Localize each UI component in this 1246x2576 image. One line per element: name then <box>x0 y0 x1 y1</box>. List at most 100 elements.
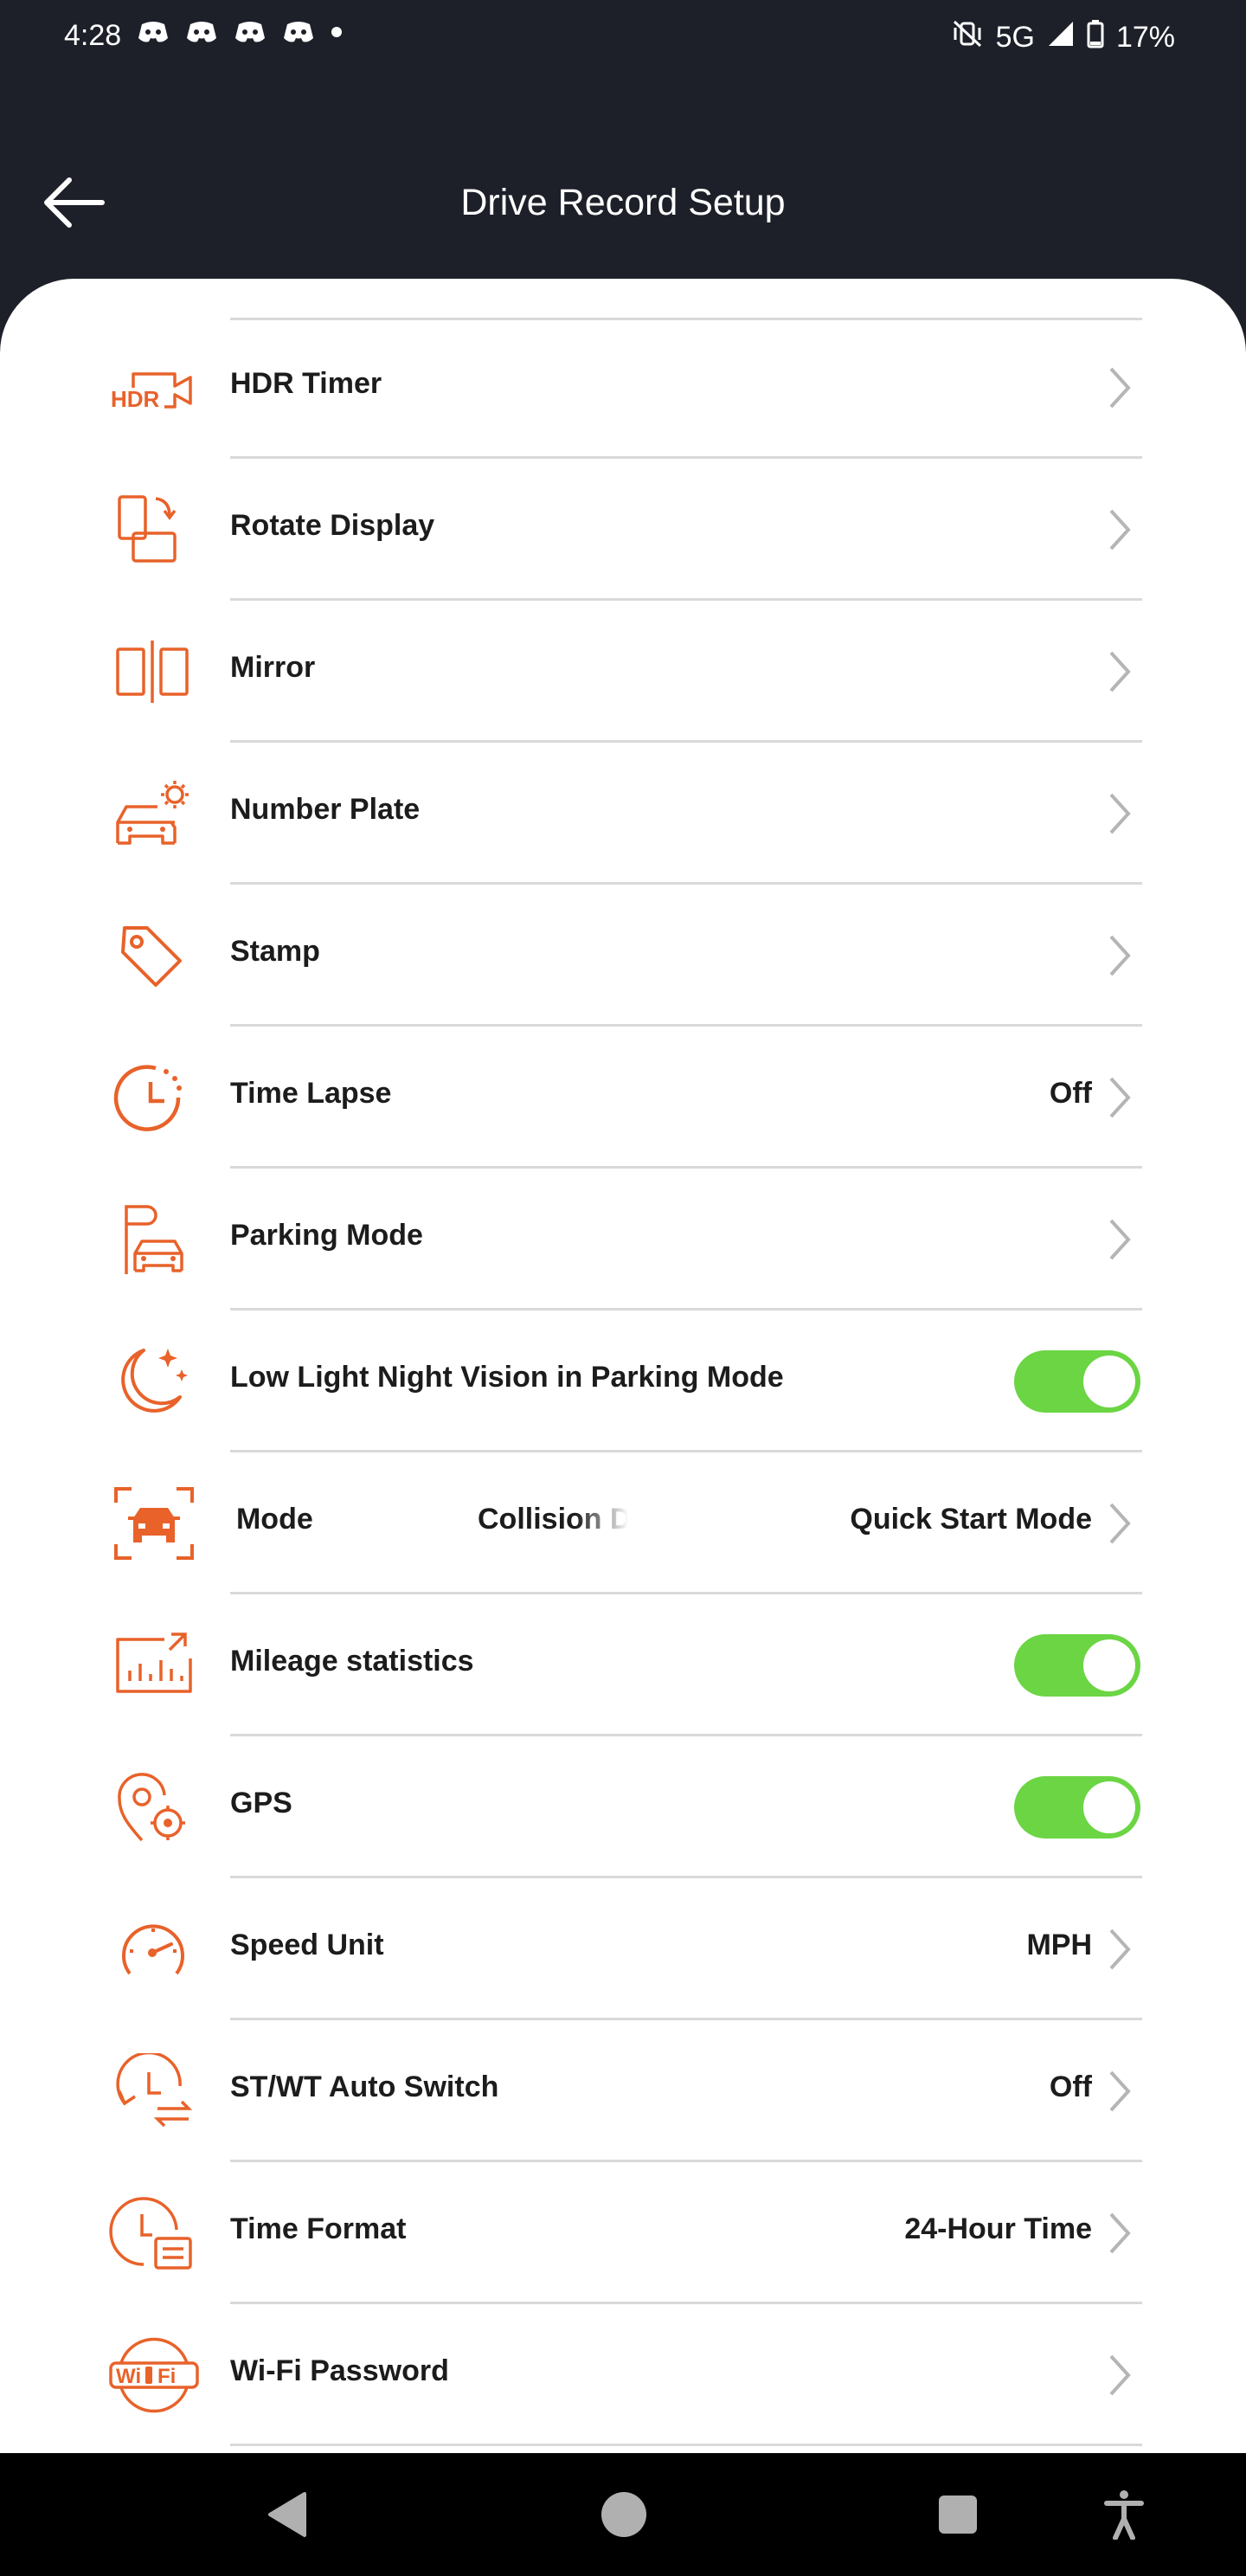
app-bar: Drive Record Setup <box>0 147 1246 260</box>
svg-text:Fi: Fi <box>157 2365 176 2388</box>
back-triangle-icon <box>268 2492 306 2537</box>
status-time: 4:28 <box>64 19 122 52</box>
moon-stars-icon <box>121 1349 188 1413</box>
setting-st-wt-auto-switch[interactable]: ST/WT Auto Switch Off <box>0 2020 1246 2162</box>
toggle-knob <box>1083 1639 1135 1691</box>
clock-list-icon <box>109 2197 192 2270</box>
setting-value: 24-Hour Time <box>904 2212 1092 2245</box>
setting-number-plate[interactable]: Number Plate <box>0 743 1246 885</box>
setting-value: Off <box>1049 1077 1092 1110</box>
clock-switch-icon <box>116 2053 193 2128</box>
chart-icon <box>116 1633 192 1693</box>
chevron-right-icon <box>1109 1929 1131 1970</box>
setting-time-format[interactable]: Time Format 24-Hour Time <box>0 2162 1246 2304</box>
battery-icon <box>1087 19 1104 56</box>
setting-label: Mirror <box>230 651 316 684</box>
chevron-right-icon <box>1109 509 1131 551</box>
discord-icon <box>137 19 170 45</box>
mileage-statistics-toggle[interactable] <box>1014 1634 1140 1697</box>
notification-icons <box>137 19 343 45</box>
setting-stamp[interactable]: Stamp <box>0 885 1246 1027</box>
signal-icon <box>1047 20 1075 55</box>
toggle-knob <box>1083 1356 1135 1407</box>
setting-label: Time Lapse <box>230 1077 392 1110</box>
chevron-right-icon <box>1109 1219 1131 1260</box>
setting-label: GPS <box>230 1787 292 1819</box>
setting-recording-mode[interactable]: ng Mode Collision D Quick Start Mode <box>0 1452 1246 1594</box>
chevron-right-icon <box>1109 367 1131 409</box>
chevron-right-icon <box>1109 2212 1131 2254</box>
setting-gps: GPS <box>0 1736 1246 1878</box>
setting-time-lapse[interactable]: Time Lapse Off <box>0 1027 1246 1169</box>
setting-value: Quick Start Mode <box>850 1503 1092 1536</box>
setting-mileage-statistics: Mileage statistics <box>0 1594 1246 1736</box>
setting-label: ST/WT Auto Switch <box>230 2070 499 2103</box>
time-lapse-icon <box>113 1065 182 1131</box>
setting-label: Speed Unit <box>230 1929 384 1961</box>
setting-hdr-timer[interactable]: HDR HDR Timer <box>0 317 1246 459</box>
svg-text:HDR: HDR <box>111 386 160 412</box>
divider <box>230 2444 1142 2446</box>
home-circle-icon <box>601 2492 646 2537</box>
mode-marquee: ng Mode Collision D <box>230 1503 628 1546</box>
discord-icon <box>185 19 218 45</box>
rotate-display-icon <box>118 495 177 563</box>
setting-label: Mileage statistics <box>230 1645 474 1678</box>
discord-icon <box>282 19 315 45</box>
status-bar: 4:28 5G 17% <box>0 0 1246 73</box>
settings-list: HDR HDR Timer Rotate Display Mirror Numb… <box>0 317 1246 2446</box>
chevron-right-icon <box>1109 1077 1131 1118</box>
gps-toggle[interactable] <box>1014 1776 1140 1839</box>
svg-text:Wi: Wi <box>116 2365 141 2388</box>
system-status: 5G 17% <box>951 19 1175 56</box>
nav-home-button[interactable] <box>594 2484 654 2545</box>
wifi-badge-icon: Wi Fi <box>109 2337 199 2413</box>
setting-label: Rotate Display <box>230 509 435 542</box>
setting-mirror[interactable]: Mirror <box>0 601 1246 743</box>
nav-back-button[interactable] <box>256 2484 317 2545</box>
chevron-right-icon <box>1109 935 1131 976</box>
mute-vibrate-icon <box>951 19 984 56</box>
chevron-right-icon <box>1109 2070 1131 2112</box>
tag-icon <box>121 926 182 987</box>
setting-speed-unit[interactable]: Speed Unit MPH <box>0 1878 1246 2020</box>
chevron-right-icon <box>1109 793 1131 834</box>
discord-icon <box>234 19 267 45</box>
speedometer-icon <box>122 1924 184 1975</box>
battery-percent: 17% <box>1115 21 1175 54</box>
nav-recents-button[interactable] <box>928 2484 988 2545</box>
mirror-icon <box>116 641 189 703</box>
setting-value: MPH <box>1026 1929 1092 1961</box>
hdr-camera-icon: HDR <box>111 372 192 412</box>
recents-square-icon <box>939 2496 977 2534</box>
accessibility-icon <box>1104 2490 1144 2540</box>
setting-label: Parking Mode <box>230 1219 423 1252</box>
nav-accessibility-button[interactable] <box>1094 2484 1154 2545</box>
chevron-right-icon <box>1109 2354 1131 2396</box>
toggle-knob <box>1083 1781 1135 1833</box>
settings-sheet: HDR HDR Timer Rotate Display Mirror Numb… <box>0 279 1246 2453</box>
dot-icon <box>331 26 343 38</box>
setting-label: Wi-Fi Password <box>230 2354 449 2387</box>
parking-car-icon <box>125 1205 183 1274</box>
marquee-text: ng Mode <box>230 1503 313 1536</box>
night-vision-toggle[interactable] <box>1014 1350 1140 1413</box>
setting-label: Time Format <box>230 2212 407 2245</box>
chevron-right-icon <box>1109 651 1131 692</box>
setting-label: Low Light Night Vision in Parking Mode <box>230 1361 784 1394</box>
setting-label: Number Plate <box>230 793 421 826</box>
setting-value: Off <box>1049 2070 1092 2103</box>
system-nav-bar <box>0 2453 1246 2576</box>
network-type: 5G <box>995 21 1035 54</box>
setting-low-light-night-vision: Low Light Night Vision in Parking Mode <box>0 1311 1246 1452</box>
gps-pin-icon <box>118 1773 185 1842</box>
page-title: Drive Record Setup <box>460 182 786 223</box>
car-gear-icon <box>116 781 189 845</box>
setting-parking-mode[interactable]: Parking Mode <box>0 1169 1246 1311</box>
setting-label: Stamp <box>230 935 320 968</box>
car-frame-icon <box>114 1487 194 1560</box>
setting-rotate-display[interactable]: Rotate Display <box>0 459 1246 601</box>
setting-wifi-password[interactable]: Wi Fi Wi-Fi Password <box>0 2304 1246 2446</box>
chevron-right-icon <box>1109 1503 1131 1544</box>
setting-label: HDR Timer <box>230 367 382 400</box>
